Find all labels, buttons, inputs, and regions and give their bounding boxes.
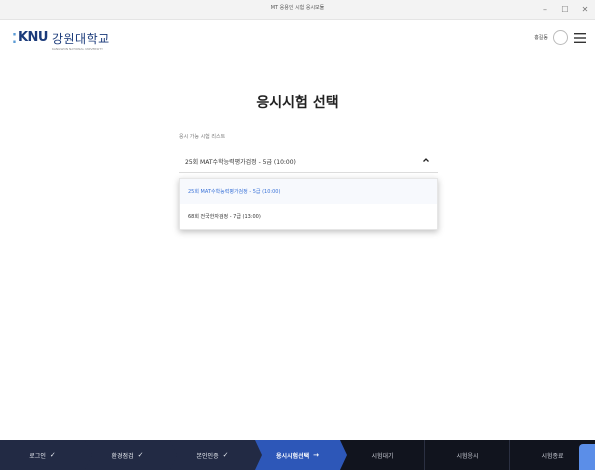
step-label: 로그인 xyxy=(29,452,46,460)
knu-logo: ⁚ KNU 강원대학교 KANGWON NATIONAL UNIVERSITY xyxy=(12,30,110,51)
logo-korean-name: 강원대학교 xyxy=(51,32,110,46)
step-label: 시험종료 xyxy=(541,452,564,460)
window-titlebar: MT 응용인 시험 응시모듈 – ☐ ✕ xyxy=(0,0,595,20)
step-divider-arrow xyxy=(340,440,347,470)
check-icon: ✓ xyxy=(137,451,144,459)
app-header: ⁚ KNU 강원대학교 KANGWON NATIONAL UNIVERSITY … xyxy=(0,20,595,62)
logo-english-name: KANGWON NATIONAL UNIVERSITY xyxy=(51,47,103,51)
step-label: 응시시험선택 xyxy=(276,452,310,460)
user-avatar-icon[interactable] xyxy=(553,30,568,45)
step-exam-selection: 응시시험선택 → xyxy=(255,440,347,470)
step-divider-arrow xyxy=(170,440,177,470)
logo-subtext: 강원대학교 KANGWON NATIONAL UNIVERSITY xyxy=(52,30,110,51)
logo-text: KNU xyxy=(17,30,49,45)
logo-mark: ⁚ xyxy=(12,32,17,47)
user-name: 홍길동 xyxy=(534,35,548,41)
progress-stepbar: 로그인 ✓ 환경점검 ✓ 본인인증 ✓ 응시시험선택 → 시험대기 시험응시 시… xyxy=(0,440,595,470)
arrow-right-icon: → xyxy=(313,451,319,459)
step-exam-waiting: 시험대기 xyxy=(340,440,425,470)
check-icon: ✓ xyxy=(222,451,229,459)
chevron-up-icon[interactable] xyxy=(422,156,430,164)
exam-option[interactable]: 25회 MAT수학능력평가검정 - 5급 (10:00) xyxy=(180,179,437,204)
hamburger-menu-icon[interactable] xyxy=(573,32,587,44)
maximize-button[interactable]: ☐ xyxy=(555,0,575,19)
step-label: 환경점검 xyxy=(111,452,134,460)
step-environment-check: 환경점검 ✓ xyxy=(85,440,177,470)
page-title: 응시시험 선택 xyxy=(256,95,339,111)
minimize-button[interactable]: – xyxy=(535,0,555,19)
exam-list-caption: 응시 가능 시험 리스트 xyxy=(179,134,226,140)
window-title: MT 응용인 시험 응시모듈 xyxy=(270,5,325,11)
window-controls: – ☐ ✕ xyxy=(535,0,595,19)
exam-select[interactable]: 25회 MAT수학능력평가검정 - 5급 (10:00) xyxy=(179,149,438,173)
exam-select-value: 25회 MAT수학능력평가검정 - 5급 (10:00) xyxy=(185,159,296,166)
side-action-button[interactable] xyxy=(579,444,595,470)
check-icon: ✓ xyxy=(49,451,56,459)
step-divider-arrow xyxy=(85,440,92,470)
step-divider-arrow xyxy=(255,440,262,470)
exam-option[interactable]: 68회 전국한자검정 - 7급 (13:00) xyxy=(180,204,437,229)
step-exam-taking: 시험응시 xyxy=(425,440,510,470)
user-area: 홍길동 xyxy=(534,30,587,45)
step-login: 로그인 ✓ xyxy=(0,440,92,470)
exam-options-dropdown: 25회 MAT수학능력평가검정 - 5급 (10:00) 68회 전국한자검정 … xyxy=(179,178,438,230)
step-label: 시험대기 xyxy=(371,452,394,460)
step-label: 시험응시 xyxy=(456,452,479,460)
step-identity-verification: 본인인증 ✓ xyxy=(170,440,262,470)
step-label: 본인인증 xyxy=(196,452,219,460)
close-button[interactable]: ✕ xyxy=(575,0,595,19)
